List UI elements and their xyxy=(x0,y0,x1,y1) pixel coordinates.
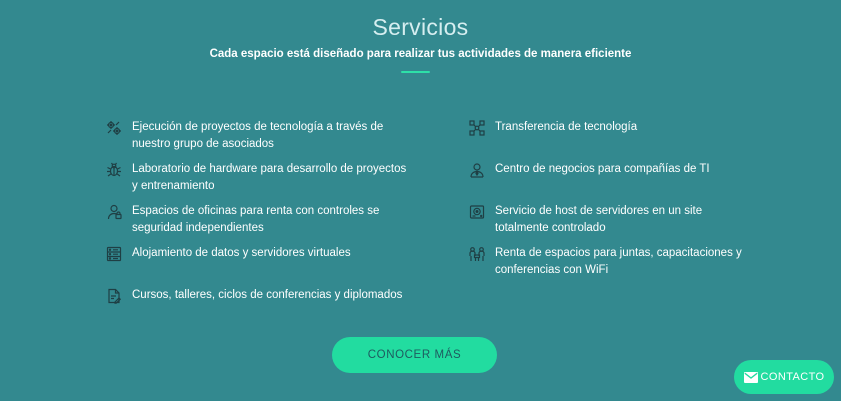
service-label: Centro de negocios para compañías de TI xyxy=(495,163,710,175)
service-item: Servicio de host de servidores en un sit… xyxy=(469,203,755,236)
conocer-mas-button[interactable]: CONOCER MÁS xyxy=(332,337,497,373)
service-item: Transferencia de tecnología xyxy=(469,119,755,136)
service-item: Espacios de oficinas para renta con cont… xyxy=(106,203,412,236)
service-item: Renta de espacios para juntas, capacitac… xyxy=(469,245,755,278)
title-underline xyxy=(401,71,430,73)
hard-drive-icon xyxy=(469,204,485,220)
envelope-icon xyxy=(743,371,758,383)
meeting-people-icon xyxy=(469,246,485,262)
server-rack-icon xyxy=(106,246,122,262)
service-label: Cursos, talleres, ciclos de conferencias… xyxy=(132,289,403,301)
gears-network-icon xyxy=(106,120,122,136)
service-item: Alojamiento de datos y servidores virtua… xyxy=(106,245,412,262)
service-label: Alojamiento de datos y servidores virtua… xyxy=(132,247,351,259)
bug-icon xyxy=(106,162,122,178)
service-item: Centro de negocios para compañías de TI xyxy=(469,161,755,178)
service-label: Espacios de oficinas para renta con cont… xyxy=(132,205,380,234)
service-label: Ejecución de proyectos de tecnología a t… xyxy=(132,121,384,150)
business-person-icon xyxy=(469,162,485,178)
service-item: Ejecución de proyectos de tecnología a t… xyxy=(106,119,412,152)
service-label: Laboratorio de hardware para desarrollo … xyxy=(132,163,407,192)
contact-label: CONTACTO xyxy=(760,371,825,383)
transfer-network-icon xyxy=(469,120,485,136)
section-title: Servicios xyxy=(372,14,469,40)
service-item: Cursos, talleres, ciclos de conferencias… xyxy=(106,287,412,304)
service-label: Renta de espacios para juntas, capacitac… xyxy=(495,247,742,276)
service-item: Laboratorio de hardware para desarrollo … xyxy=(106,161,412,194)
contact-button[interactable]: CONTACTO xyxy=(734,360,834,394)
document-edit-icon xyxy=(106,288,122,304)
lock-person-icon xyxy=(106,204,122,220)
service-label: Transferencia de tecnología xyxy=(495,121,638,133)
service-label: Servicio de host de servidores en un sit… xyxy=(495,205,703,234)
section-subtitle: Cada espacio está diseñado para realizar… xyxy=(209,48,632,60)
